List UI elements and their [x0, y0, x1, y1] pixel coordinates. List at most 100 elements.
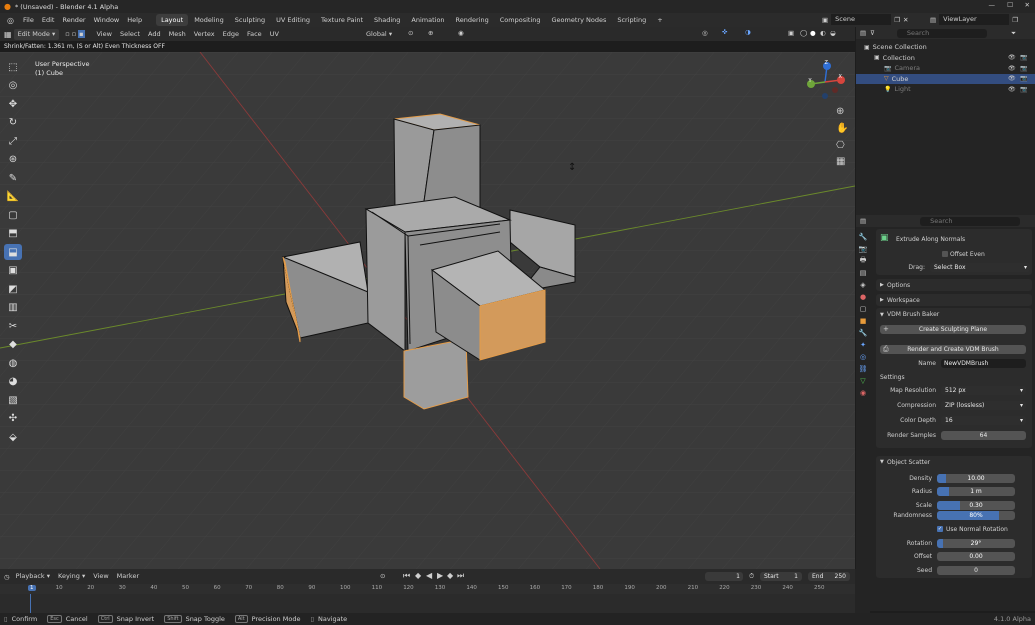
modifier-tab-icon[interactable]: 🔧 [857, 327, 869, 339]
workspace-tab-sculpting[interactable]: Sculpting [230, 14, 270, 26]
timeline-menu-keying[interactable]: Keying ▾ [54, 571, 89, 582]
edge-slide-icon[interactable]: ▧ [4, 392, 22, 408]
render-tab-icon[interactable]: 📷 [857, 243, 869, 255]
close-button[interactable]: ✕ [1025, 1, 1030, 9]
new-scene-icon[interactable]: ❐ [894, 16, 900, 24]
next-keyframe-icon[interactable]: ◆ [447, 571, 453, 580]
outliner-filter-icon[interactable]: ⊽ [870, 29, 875, 37]
scale-slider[interactable]: 0.30 [937, 501, 1015, 510]
ortho-grid-icon[interactable]: ▦ [836, 156, 845, 167]
navigation-gizmo[interactable]: Z Y X [805, 60, 845, 102]
randomness-slider[interactable]: 80% [937, 511, 1015, 520]
outliner-item-cube[interactable]: ▽ Cube 👁 📷 [856, 73, 1035, 84]
workspace-tab-uv-editing[interactable]: UV Editing [271, 14, 315, 26]
workspace-tab-rendering[interactable]: Rendering [451, 14, 494, 26]
outliner-item-camera[interactable]: 📷 Camera 👁 📷 [856, 63, 1035, 74]
view-layer-tab-icon[interactable]: ▤ [857, 267, 869, 279]
data-tab-icon[interactable]: ▽ [857, 375, 869, 387]
workspace-tab-modeling[interactable]: Modeling [189, 14, 229, 26]
viewport-menu-select[interactable]: Select [116, 29, 144, 40]
prev-keyframe-icon[interactable]: ◆ [415, 571, 421, 580]
camera-view-icon[interactable]: ⎔ [836, 140, 845, 151]
jump-end-icon[interactable]: ⏭ [457, 571, 464, 581]
outliner-editor-icon[interactable]: ▤ [860, 29, 866, 37]
timeline-track-area[interactable] [0, 594, 855, 613]
move-icon[interactable]: ✥ [4, 96, 22, 112]
timeline-menu-playback[interactable]: Playback ▾ [12, 571, 54, 582]
outliner-filter-funnel-icon[interactable]: ⏷ [1011, 29, 1016, 38]
gizmo-toggle-icon[interactable]: ✜ [722, 28, 727, 36]
scale-icon[interactable]: ⤢ [4, 133, 22, 149]
current-frame-field[interactable]: 1 [705, 572, 743, 581]
play-icon[interactable]: ▶ [437, 571, 443, 580]
physics-tab-icon[interactable]: ◎ [857, 351, 869, 363]
rotation-slider[interactable]: 29° [937, 539, 1015, 548]
workspace-tab-texture-paint[interactable]: Texture Paint [316, 14, 368, 26]
menu-window[interactable]: Window [90, 13, 124, 27]
rip-icon[interactable]: ⬙ [4, 429, 22, 445]
density-slider[interactable]: 10.00 [937, 474, 1015, 483]
particles-tab-icon[interactable]: ✦ [857, 339, 869, 351]
create-sculpting-plane-button[interactable]: Create Sculpting Plane [880, 325, 1026, 334]
radius-slider[interactable]: 1 m [937, 487, 1015, 496]
loop-cut-icon[interactable]: ▥ [4, 300, 22, 316]
face-select-icon[interactable]: ▪ [78, 30, 85, 38]
pan-hand-icon[interactable]: ✋ [836, 123, 848, 134]
rotate-icon[interactable]: ↻ [4, 115, 22, 131]
rendered-shading-icon[interactable]: ◒ [830, 29, 836, 37]
drag-dropdown[interactable]: Select Box ▾ [930, 263, 1030, 272]
offset-even-checkbox[interactable] [942, 251, 948, 257]
shear-icon[interactable]: ✣ [4, 411, 22, 427]
workspace-tab-geometry-nodes[interactable]: Geometry Nodes [547, 14, 612, 26]
workspace-tab-compositing[interactable]: Compositing [495, 14, 546, 26]
playhead[interactable] [30, 594, 31, 613]
map-resolution-dropdown[interactable]: 512 px ▾ [941, 386, 1026, 395]
outliner-search-field[interactable]: Search [896, 28, 987, 38]
outliner-item-scene-collection[interactable]: ▣ Scene Collection [856, 42, 1035, 53]
cursor-icon[interactable]: ◎ [4, 78, 22, 94]
play-reverse-icon[interactable]: ◀ [426, 571, 432, 580]
edge-select-icon[interactable]: ▫ [72, 30, 76, 38]
offset-slider[interactable]: 0.00 [937, 552, 1015, 561]
solid-shading-icon[interactable]: ● [810, 29, 816, 37]
outliner-item-collection[interactable]: ▣ Collection 👁 📷 [856, 53, 1035, 64]
menu-edit[interactable]: Edit [38, 13, 59, 27]
proportional-edit-icon[interactable]: ◉ [458, 29, 464, 37]
viewport-menu-edge[interactable]: Edge [219, 29, 243, 40]
mode-selector[interactable]: Edit Mode ▾ [13, 28, 60, 40]
scene-tab-icon[interactable]: ◈ [857, 279, 869, 291]
render-camera-icon[interactable]: 📷 [1020, 65, 1027, 72]
visibility-eye-icon[interactable]: 👁 [1008, 75, 1016, 82]
collection-tab-icon[interactable]: ▢ [857, 303, 869, 315]
jump-start-icon[interactable]: ⏮ [403, 571, 410, 581]
viewport-menu-view[interactable]: View [93, 29, 116, 40]
zoom-icon[interactable]: ⊕ [836, 106, 844, 117]
name-input[interactable]: NewVDMBrush [941, 359, 1026, 368]
shrink-fatten-icon[interactable]: ⬓ [4, 244, 22, 260]
measure-icon[interactable]: 📐 [4, 189, 22, 205]
render-camera-icon[interactable]: 📷 [1020, 86, 1027, 93]
menu-help[interactable]: Help [123, 13, 146, 27]
view-object-types-icon[interactable]: ◎ [702, 29, 708, 37]
workspace-tab-scripting[interactable]: Scripting [612, 14, 651, 26]
render-camera-icon[interactable]: 📷 [1020, 54, 1027, 61]
viewport-menu-add[interactable]: Add [144, 29, 165, 40]
scene-selector[interactable]: ▣ Scene ❐ ✕ [822, 14, 908, 25]
vertex-select-icon[interactable]: ▫ [65, 30, 69, 38]
viewport-menu-face[interactable]: Face [243, 29, 266, 40]
editor-type-icon[interactable]: ▦ [4, 30, 12, 39]
color-depth-dropdown[interactable]: 16 ▾ [941, 416, 1026, 425]
blender-menu-icon[interactable]: ◎ [4, 16, 17, 25]
add-workspace-button[interactable]: + [653, 16, 666, 24]
timeline-menu-view[interactable]: View [89, 571, 112, 582]
extrude-icon[interactable]: ⬒ [4, 226, 22, 242]
start-frame-field[interactable]: Start 1 [760, 572, 802, 581]
wireframe-shading-icon[interactable]: ◯ [800, 29, 807, 37]
viewport-menu-uv[interactable]: UV [266, 29, 283, 40]
visibility-eye-icon[interactable]: 👁 [1008, 86, 1016, 93]
workspace-tab-layout[interactable]: Layout [156, 14, 189, 26]
frame-ruler[interactable]: 1 10 20 30 40 50 60 70 80 90 100 110 120 130 140 150 160… [0, 584, 855, 594]
render-create-vdm-button[interactable]: Render and Create VDM Brush [880, 345, 1026, 354]
material-tab-icon[interactable]: ◉ [857, 387, 869, 399]
add-cube-icon[interactable]: ▢ [4, 207, 22, 223]
